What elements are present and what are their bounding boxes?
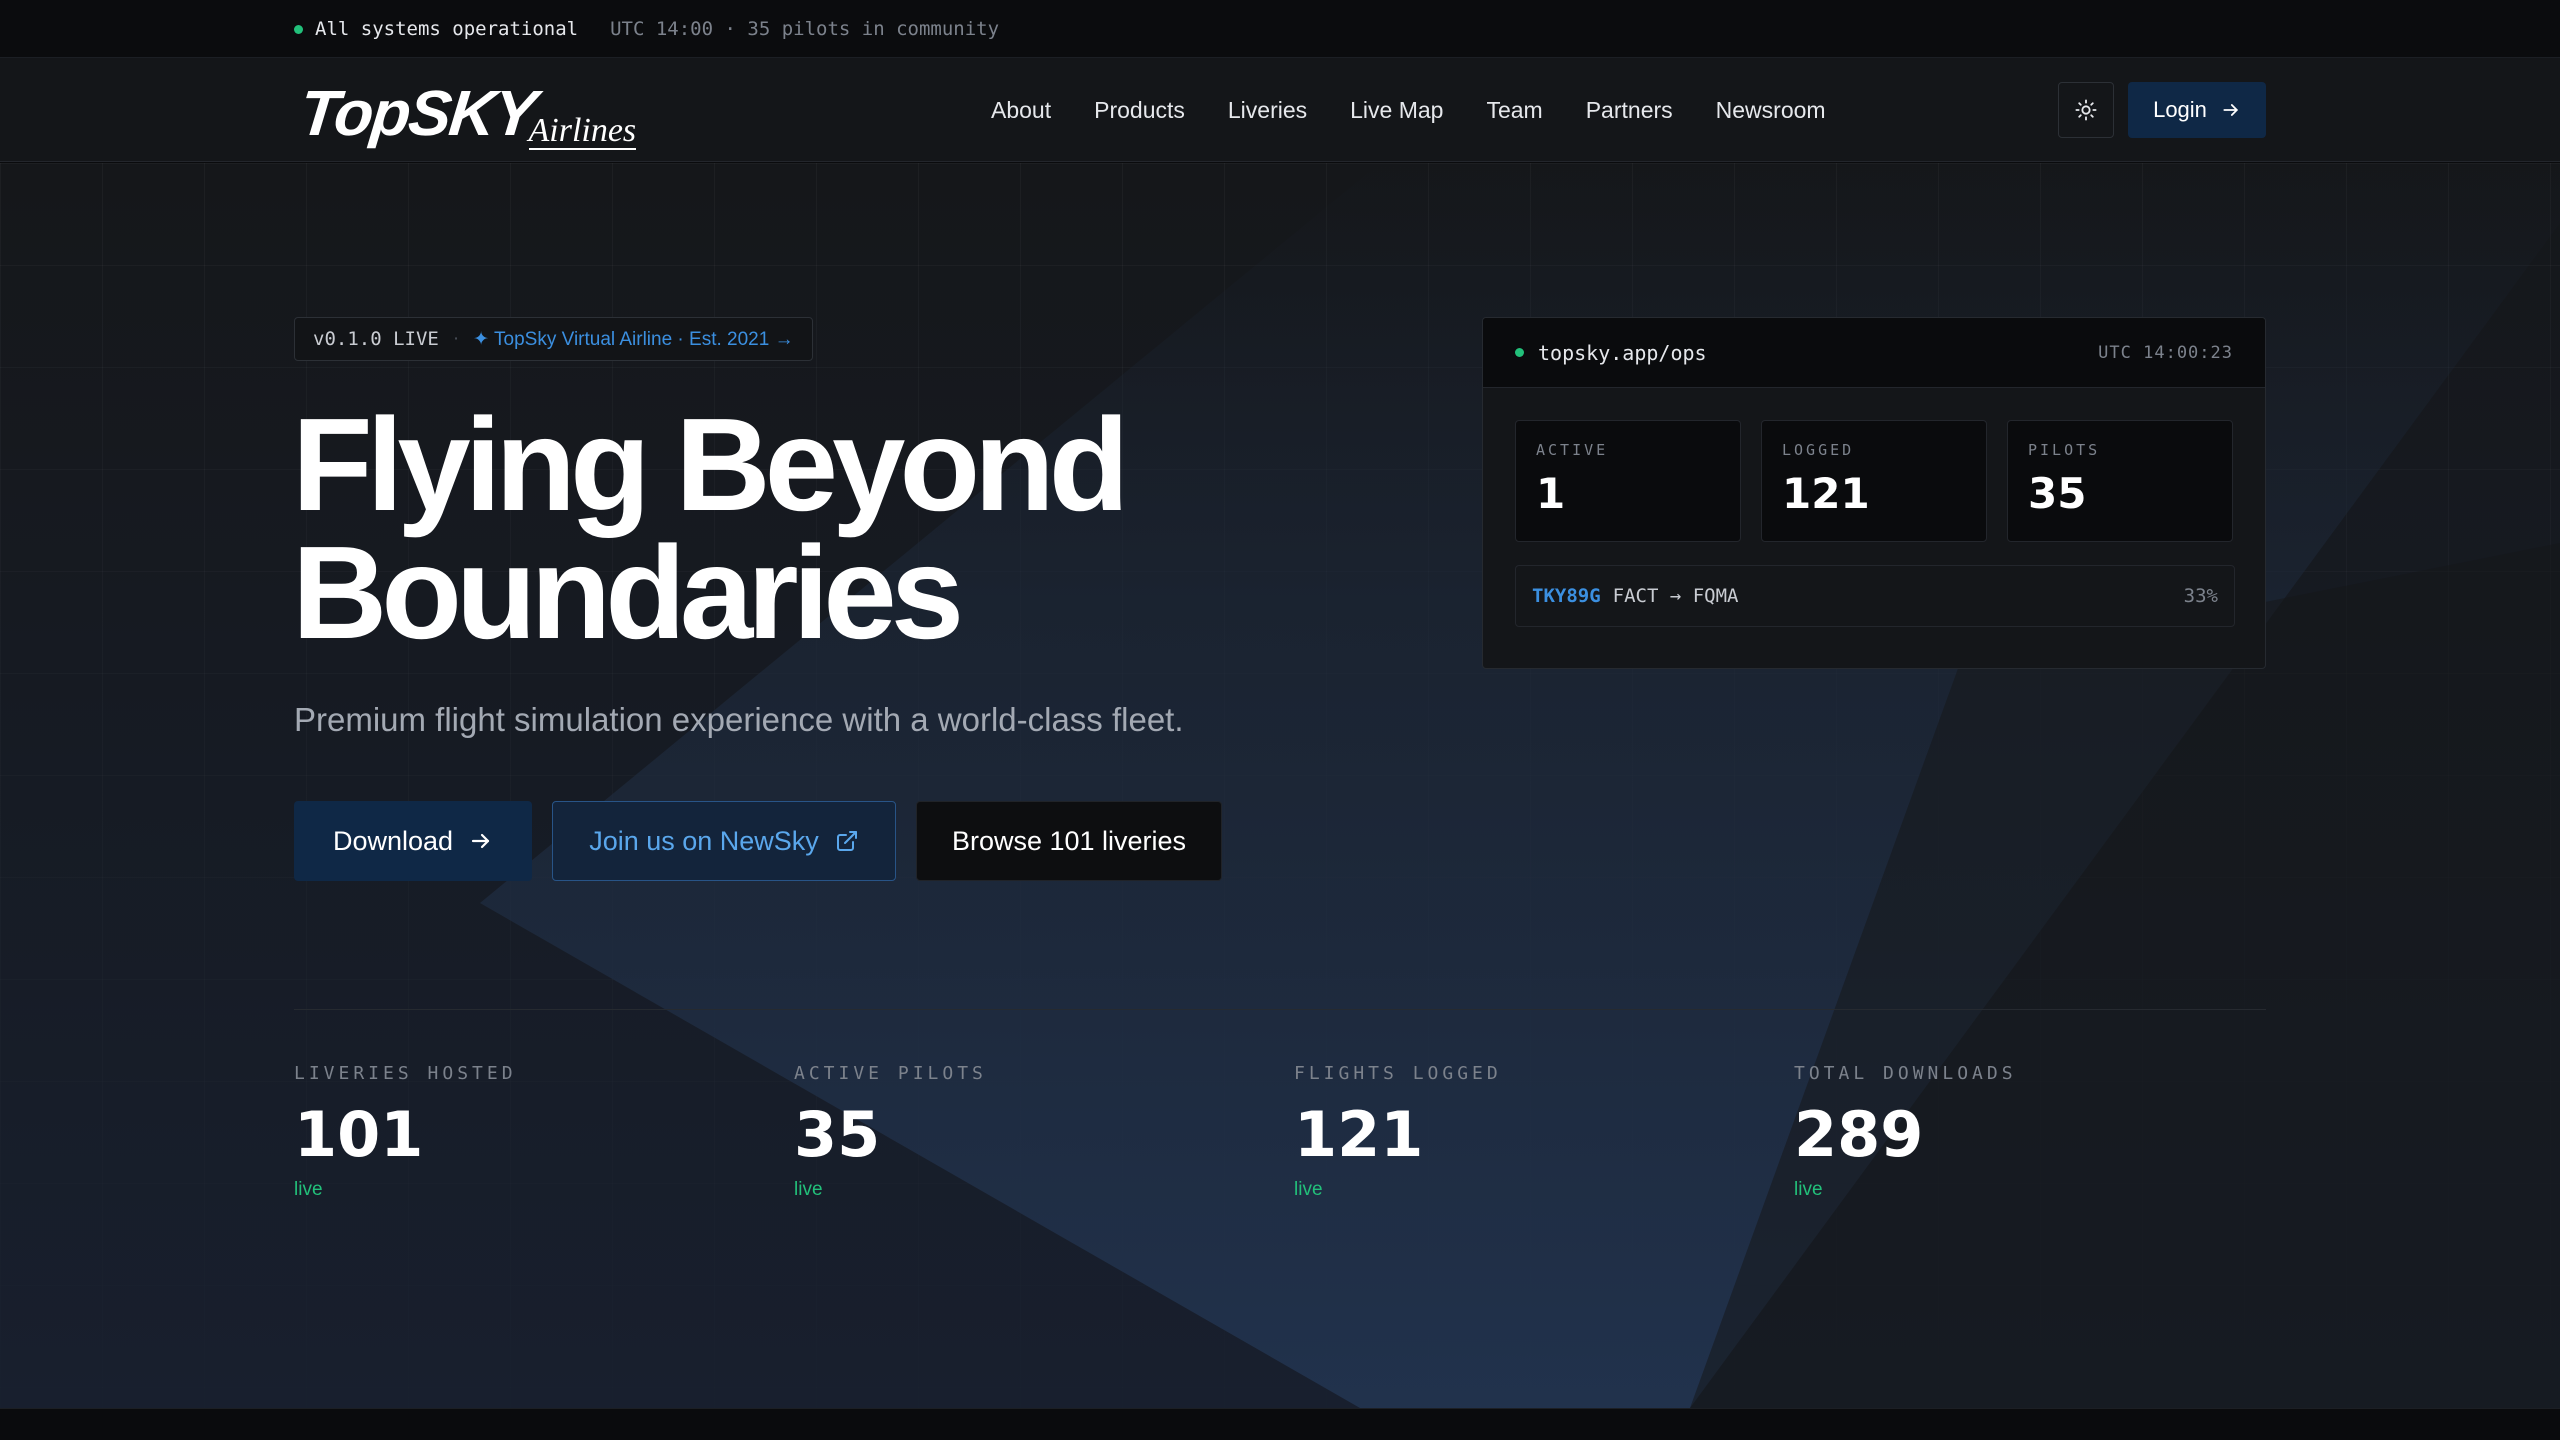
stat-value: 35 [794,1098,881,1171]
stat-note: live [1294,1179,1323,1200]
stat-note: live [294,1179,323,1200]
nav-team[interactable]: Team [1486,97,1542,124]
nav-about[interactable]: About [991,97,1051,124]
stat-label: ACTIVE PILOTS [794,1063,987,1084]
ops-stat-pilots: PILOTS 35 [2007,420,2233,542]
stat-value: 121 [1294,1098,1424,1171]
stats-divider [294,1009,2266,1010]
brand-sub: Airlines [528,112,637,150]
hero-title-line-1: Flying Beyond [292,391,1129,538]
main-nav: About Products Liveries Live Map Team Pa… [991,58,1826,162]
external-link-icon [836,831,857,851]
nav-liveries[interactable]: Liveries [1228,97,1307,124]
version-tag: v0.1.0 LIVE [313,328,439,350]
login-button[interactable]: Login [2128,82,2266,138]
live-dot-icon [1515,348,1524,357]
browse-liveries-button[interactable]: Browse 101 liveries [916,801,1222,881]
nav-newsroom[interactable]: Newsroom [1716,97,1826,124]
airline-info-link[interactable]: ✦ TopSky Virtual Airline · Est. 2021 → [473,328,793,351]
stat-label: LIVERIES HOSTED [294,1063,517,1084]
ops-stat-value: 35 [2028,469,2087,518]
hero-title: Flying Beyond Boundaries [292,399,1492,659]
brand-logo[interactable]: TopSKY Airlines [296,76,637,150]
hero-title-line-2: Boundaries [292,519,964,666]
ops-url-text: topsky.app/ops [1538,340,1707,365]
join-newsky-button[interactable]: Join us on NewSky [552,801,896,881]
active-flight-row[interactable]: TKY89G FACT → FQMA 33% [1515,565,2235,627]
ops-stat-logged: LOGGED 121 [1761,420,1987,542]
navbar: TopSKY Airlines About Products Liveries … [0,58,2560,162]
stat-note: live [794,1179,823,1200]
flight-callsign: TKY89G [1532,585,1601,607]
ops-clock: UTC 14:00:23 [2098,342,2233,363]
stat-label: FLIGHTS LOGGED [1294,1063,1502,1084]
badge-separator: · [452,328,460,349]
theme-toggle-button[interactable] [2058,82,2114,138]
cta-row: Download Join us on NewSky Browse 101 li… [294,801,1222,881]
ops-stat-active: ACTIVE 1 [1515,420,1741,542]
login-label: Login [2153,97,2207,122]
stat-value: 289 [1794,1098,1924,1171]
status-dot-icon [294,24,303,34]
flight-progress: 33% [2183,585,2218,607]
flight-route: FACT → FQMA [1612,585,1739,607]
version-badge[interactable]: v0.1.0 LIVE · ✦ TopSky Virtual Airline ·… [294,317,813,361]
stat-note: live [1794,1179,1823,1200]
footer-strip [0,1408,2560,1440]
arrow-right-icon [471,833,490,849]
flight-info: TKY89G FACT → FQMA [1532,585,1738,607]
stats-row: LIVERIES HOSTED 101 live ACTIVE PILOTS 3… [294,1063,2294,1201]
nav-products[interactable]: Products [1094,97,1185,124]
sun-icon [2075,99,2097,121]
ops-stats: ACTIVE 1 LOGGED 121 PILOTS 35 [1515,420,2233,542]
system-status: All systems operational [294,18,578,40]
stat-value: 101 [294,1098,424,1171]
ops-panel: topsky.app/ops UTC 14:00:23 ACTIVE 1 LOG… [1482,317,2266,669]
ops-stat-label: ACTIVE [1536,441,1609,459]
hero-section: v0.1.0 LIVE · ✦ TopSky Virtual Airline ·… [0,163,2560,1408]
ops-stat-label: PILOTS [2028,441,2101,459]
stat-label: TOTAL DOWNLOADS [1794,1063,2017,1084]
system-status-text: All systems operational [315,18,579,40]
nav-live-map[interactable]: Live Map [1350,97,1443,124]
stat-liveries-hosted: LIVERIES HOSTED 101 live [294,1063,794,1201]
arrow-right-icon [2223,104,2238,116]
ops-stat-label: LOGGED [1782,441,1855,459]
join-newsky-label: Join us on NewSky [589,825,819,856]
stat-total-downloads: TOTAL DOWNLOADS 289 live [1794,1063,2294,1201]
status-meta: UTC 14:00 · 35 pilots in community [610,18,1000,40]
ops-stat-value: 121 [1782,469,1870,518]
download-label: Download [332,825,454,856]
brand-name: TopSKY [296,77,539,149]
stat-active-pilots: ACTIVE PILOTS 35 live [794,1063,1294,1201]
download-button[interactable]: Download [294,801,532,881]
nav-partners[interactable]: Partners [1586,97,1673,124]
ops-panel-header: topsky.app/ops UTC 14:00:23 [1483,318,2265,388]
hero-subtitle: Premium flight simulation experience wit… [294,701,1184,738]
stat-flights-logged: FLIGHTS LOGGED 121 live [1294,1063,1794,1201]
browse-liveries-label: Browse 101 liveries [951,825,1187,856]
ops-url[interactable]: topsky.app/ops [1515,341,1707,365]
status-strip: All systems operational UTC 14:00 · 35 p… [0,0,2560,58]
ops-stat-value: 1 [1536,469,1566,518]
